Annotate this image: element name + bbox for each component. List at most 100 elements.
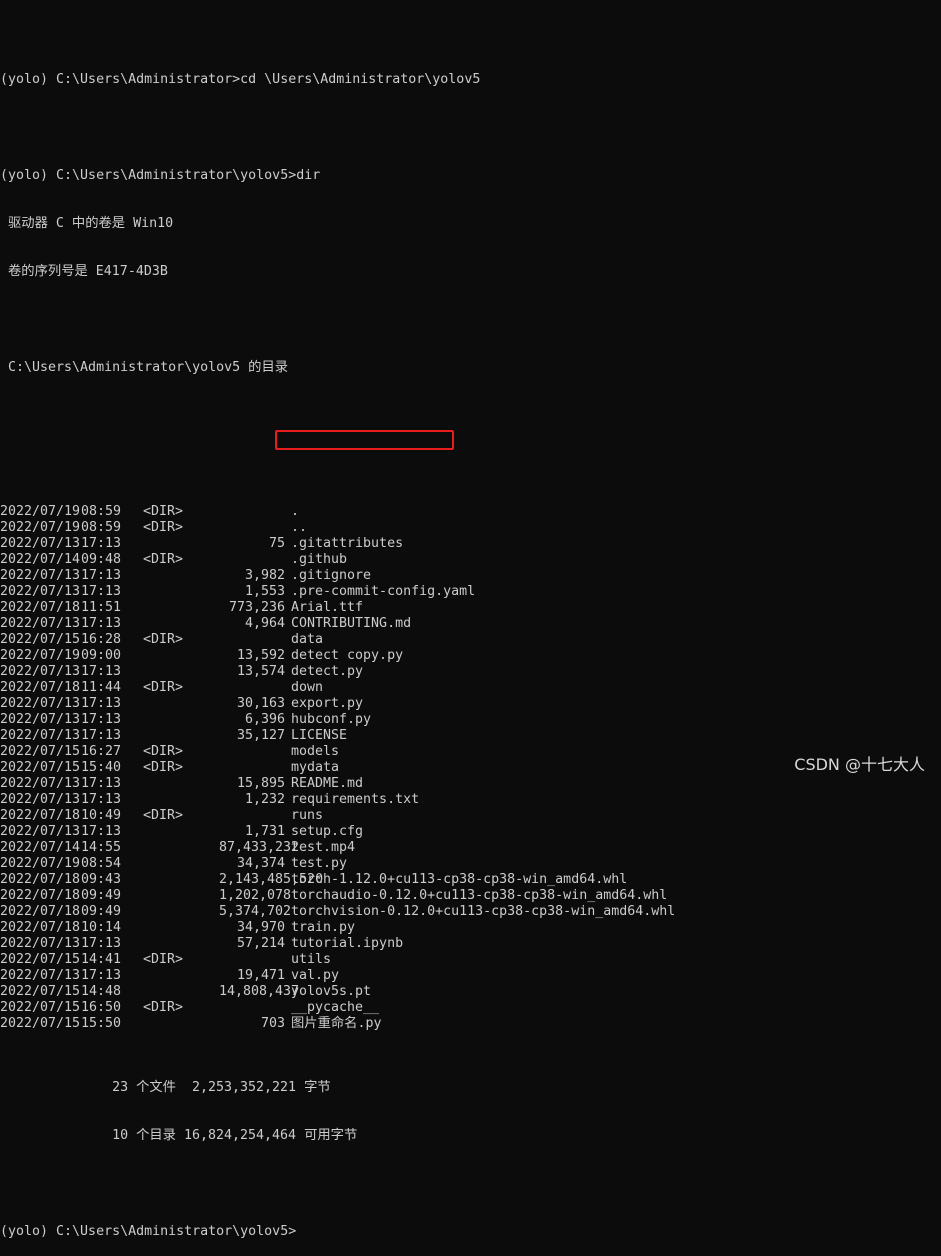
- entry-time: 14:55: [81, 840, 122, 855]
- entry-time: 17:13: [81, 664, 122, 679]
- volume-label-line: 驱动器 C 中的卷是 Win10: [0, 216, 174, 231]
- entry-time: 16:27: [81, 744, 122, 759]
- entry-name: runs: [291, 808, 324, 823]
- entry-time: 09:43: [81, 872, 122, 887]
- entry-name: utils: [291, 952, 332, 967]
- entry-time: 14:48: [81, 984, 122, 999]
- entry-date: 2022/07/13: [0, 968, 81, 983]
- entry-name: mydata: [291, 760, 340, 775]
- highlight-annotation-box: [275, 430, 454, 450]
- entry-date: 2022/07/19: [0, 856, 81, 871]
- terminal-line-dir: (yolo) C:\Users\Administrator\yolov5>dir: [0, 168, 321, 183]
- entry-dir-flag: <DIR>: [143, 520, 184, 535]
- file-summary: 23 个文件 2,253,352,221 字节: [0, 1080, 331, 1095]
- entry-date: 2022/07/15: [0, 1016, 81, 1031]
- file-entry-row: 2022/07/13 17:13 30,163 export.py: [0, 696, 941, 712]
- terminal-output[interactable]: (yolo) C:\Users\Administrator>cd \Users\…: [0, 8, 941, 1239]
- file-entry-row: 2022/07/13 17:13 1,232 requirements.txt: [0, 792, 941, 808]
- entry-date: 2022/07/13: [0, 696, 81, 711]
- entry-time: 09:48: [81, 552, 122, 567]
- entry-date: 2022/07/19: [0, 504, 81, 519]
- entry-date: 2022/07/15: [0, 744, 81, 759]
- entry-dir-flag: <DIR>: [143, 760, 184, 775]
- entry-size: 30,163: [236, 696, 285, 711]
- entry-time: 17:13: [81, 712, 122, 727]
- entry-date: 2022/07/13: [0, 776, 81, 791]
- entry-size: 87,433,232: [219, 840, 300, 855]
- entry-size: [219, 632, 285, 648]
- entry-dir-flag: <DIR>: [143, 744, 184, 759]
- entry-date: 2022/07/18: [0, 680, 81, 695]
- entry-name: models: [291, 744, 340, 759]
- entry-dir-flag: [143, 856, 219, 872]
- entry-dir-flag: [143, 968, 219, 984]
- entry-time: 09:00: [81, 648, 122, 663]
- entry-time: 17:13: [81, 696, 122, 711]
- entry-time: 09:49: [81, 904, 122, 919]
- entry-dir-flag: [143, 904, 219, 920]
- entry-time: 09:49: [81, 888, 122, 903]
- dir-summary: 10 个目录 16,824,254,464 可用字节: [0, 1128, 358, 1143]
- entry-date: 2022/07/18: [0, 888, 81, 903]
- entry-size: 1,553: [244, 584, 285, 599]
- entry-name: tutorial.ipynb: [291, 936, 404, 951]
- entry-name: CONTRIBUTING.md: [291, 616, 412, 631]
- file-entry-row: 2022/07/19 08:59 <DIR>..: [0, 520, 941, 536]
- entry-size: 75: [268, 536, 285, 551]
- entry-time: 16:50: [81, 1000, 122, 1015]
- entry-time: 15:40: [81, 760, 122, 775]
- entry-size: [219, 760, 285, 776]
- entry-date: 2022/07/13: [0, 536, 81, 551]
- entry-size: [219, 952, 285, 968]
- entry-dir-flag: [143, 664, 219, 680]
- entry-name: setup.cfg: [291, 824, 364, 839]
- file-entry-row: 2022/07/18 10:14 34,970 train.py: [0, 920, 941, 936]
- entry-date: 2022/07/15: [0, 1000, 81, 1015]
- entry-time: 11:51: [81, 600, 122, 615]
- entry-name: test.mp4: [291, 840, 356, 855]
- entry-size: 13,574: [236, 664, 285, 679]
- entry-dir-flag: <DIR>: [143, 504, 184, 519]
- entry-size: 35,127: [236, 728, 285, 743]
- entry-dir-flag: [143, 920, 219, 936]
- entry-date: 2022/07/13: [0, 664, 81, 679]
- entry-time: 17:13: [81, 824, 122, 839]
- entry-size: 6,396: [244, 712, 285, 727]
- entry-name: .gitattributes: [291, 536, 404, 551]
- entry-size: 4,964: [244, 616, 285, 631]
- entry-size: 2,143,485,520: [219, 872, 324, 887]
- entry-dir-flag: <DIR>: [143, 808, 184, 823]
- entry-date: 2022/07/18: [0, 872, 81, 887]
- entry-name: export.py: [291, 696, 364, 711]
- entry-time: 17:13: [81, 936, 122, 951]
- entry-size: [219, 808, 285, 824]
- entry-name: torchaudio-0.12.0+cu113-cp38-cp38-win_am…: [291, 888, 668, 903]
- entry-name: torch-1.12.0+cu113-cp38-cp38-win_amd64.w…: [291, 872, 628, 887]
- file-entry-row: 2022/07/18 09:49 5,374,702 torchvision-0.12…: [0, 904, 941, 920]
- entry-size: 14,808,437: [219, 984, 300, 999]
- file-entry-row: 2022/07/15 14:48 14,808,437 yolov5s.pt: [0, 984, 941, 1000]
- entry-time: 16:28: [81, 632, 122, 647]
- entry-name: val.py: [291, 968, 340, 983]
- entry-date: 2022/07/18: [0, 904, 81, 919]
- entry-size: [219, 744, 285, 760]
- command-prompt[interactable]: (yolo) C:\Users\Administrator\yolov5>: [0, 1224, 941, 1240]
- entry-date: 2022/07/13: [0, 792, 81, 807]
- entry-name: .gitignore: [291, 568, 372, 583]
- file-entry-row: 2022/07/13 17:13 6,396 hubconf.py: [0, 712, 941, 728]
- entry-name: 图片重命名.py: [291, 1016, 382, 1031]
- directory-of-line: C:\Users\Administrator\yolov5 的目录: [0, 360, 289, 375]
- entry-date: 2022/07/13: [0, 728, 81, 743]
- file-entry-row: 2022/07/13 17:13 15,895 README.md: [0, 776, 941, 792]
- entry-dir-flag: [143, 648, 219, 664]
- entry-date: 2022/07/13: [0, 712, 81, 727]
- entry-size: 5,374,702: [219, 904, 292, 919]
- file-entry-row: 2022/07/13 17:13 75 .gitattributes: [0, 536, 941, 552]
- entry-name: .pre-commit-config.yaml: [291, 584, 476, 599]
- entry-name: yolov5s.pt: [291, 984, 372, 999]
- entry-size: [219, 552, 285, 568]
- entry-date: 2022/07/18: [0, 920, 81, 935]
- entry-time: 11:44: [81, 680, 122, 695]
- entry-size: 1,232: [244, 792, 285, 807]
- entry-dir-flag: [143, 584, 219, 600]
